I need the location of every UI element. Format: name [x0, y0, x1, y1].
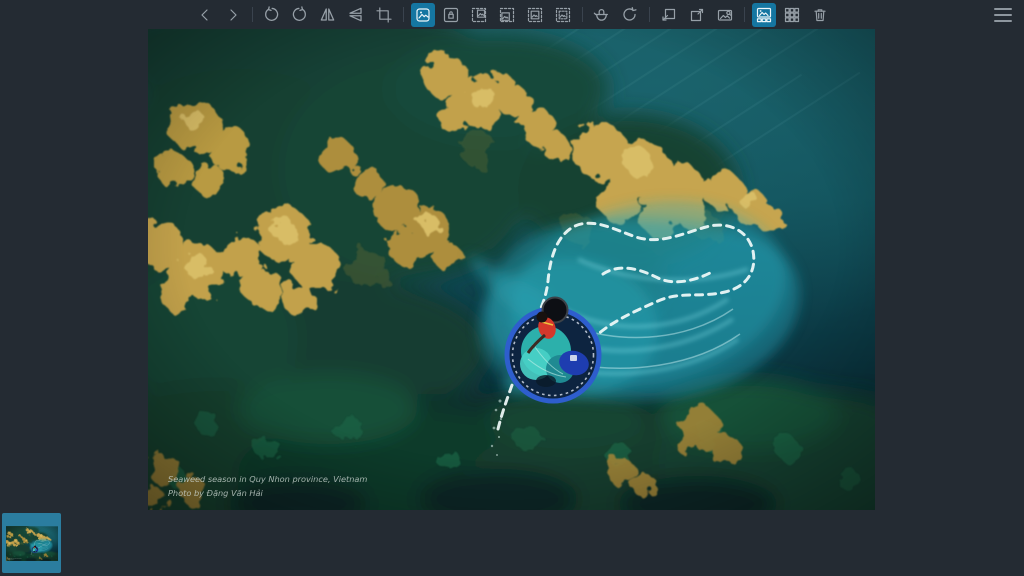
hamburger-icon — [994, 8, 1012, 10]
image-selection-2-icon — [499, 7, 515, 23]
resize-larger-icon — [689, 7, 705, 23]
image-preview-button[interactable] — [713, 3, 737, 27]
rotate-right-button[interactable] — [288, 3, 312, 27]
app-window: Seaweed season in Quy Nhon province, Vie… — [0, 0, 1024, 576]
filmstrip-thumbnail-selected[interactable] — [2, 513, 61, 573]
main-photo-view[interactable] — [148, 29, 875, 510]
image-selection-4-icon — [555, 7, 571, 23]
crop-button[interactable] — [372, 3, 396, 27]
menu-button[interactable] — [994, 8, 1012, 22]
paint-button[interactable] — [590, 3, 614, 27]
image-preview-icon — [717, 7, 733, 23]
top-toolbar — [0, 0, 1024, 29]
rotate-left-button[interactable] — [260, 3, 284, 27]
flip-horizontal-button[interactable] — [316, 3, 340, 27]
toolbar-divider — [403, 7, 404, 22]
image-selection-1-button[interactable] — [467, 3, 491, 27]
resize-smaller-button[interactable] — [657, 3, 681, 27]
toolbar-divider — [252, 7, 253, 22]
image-view-icon — [415, 7, 431, 23]
image-view-button[interactable] — [411, 3, 435, 27]
image-selection-2-button[interactable] — [495, 3, 519, 27]
toolbar-divider — [649, 7, 650, 22]
flip-vertical-icon — [347, 6, 364, 23]
filmstrip-view-icon — [756, 7, 772, 23]
image-lock-button[interactable] — [439, 3, 463, 27]
chevron-left-icon — [197, 7, 213, 23]
thumbnail-image — [6, 526, 58, 561]
hamburger-icon — [994, 20, 1012, 22]
image-selection-3-button[interactable] — [523, 3, 547, 27]
image-selection-3-icon — [527, 7, 543, 23]
next-image-button[interactable] — [221, 3, 245, 27]
filmstrip-view-button[interactable] — [752, 3, 776, 27]
resize-larger-button[interactable] — [685, 3, 709, 27]
refresh-button[interactable] — [618, 3, 642, 27]
flip-horizontal-icon — [319, 6, 336, 23]
paint-icon — [593, 6, 610, 23]
delete-button[interactable] — [808, 3, 832, 27]
image-selection-1-icon — [471, 7, 487, 23]
flip-vertical-button[interactable] — [344, 3, 368, 27]
resize-smaller-icon — [661, 7, 677, 23]
chevron-right-icon — [225, 7, 241, 23]
crop-icon — [376, 7, 392, 23]
hamburger-icon — [994, 14, 1012, 16]
grid-view-icon — [784, 7, 800, 23]
image-selection-4-button[interactable] — [551, 3, 575, 27]
previous-image-button[interactable] — [193, 3, 217, 27]
grid-view-button[interactable] — [780, 3, 804, 27]
trash-icon — [812, 7, 828, 23]
image-lock-icon — [443, 7, 459, 23]
toolbar-divider — [582, 7, 583, 22]
rotate-cw-icon — [291, 6, 308, 23]
refresh-icon — [621, 6, 638, 23]
rotate-ccw-icon — [263, 6, 280, 23]
toolbar-divider — [744, 7, 745, 22]
